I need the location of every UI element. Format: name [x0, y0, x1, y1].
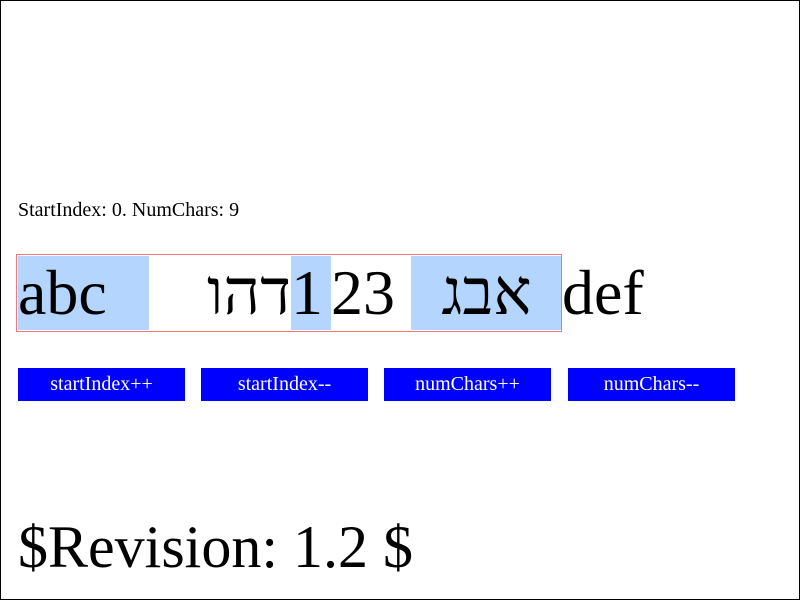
start-index-decrement-button[interactable]: startIndex--	[201, 368, 368, 401]
status-line: StartIndex: 0. NumChars: 9	[18, 199, 240, 221]
text-run-abc[interactable]: abc	[18, 256, 149, 330]
start-index-value: 0	[111, 199, 122, 221]
text-run-digit-1[interactable]: 1	[291, 256, 331, 330]
start-index-increment-button[interactable]: startIndex++	[18, 368, 185, 401]
revision-label: $Revision: 1.2 $	[18, 514, 414, 580]
text-run-hebrew-daled-he-vav[interactable]: דהו	[149, 256, 291, 330]
num-chars-label: NumChars:	[131, 199, 225, 221]
num-chars-decrement-button[interactable]: numChars--	[568, 368, 735, 401]
num-chars-value: 9	[229, 199, 240, 221]
text-run-hebrew-alef-bet-gimel[interactable]: אבג	[411, 256, 562, 330]
num-chars-increment-button[interactable]: numChars++	[384, 368, 551, 401]
text-run-digits-23[interactable]: 23	[331, 256, 411, 330]
svg-canvas: StartIndex: 0. NumChars: 9 abc דהו 1 23 …	[0, 0, 800, 600]
start-index-label: StartIndex:	[18, 199, 107, 221]
text-run-def[interactable]: def	[562, 256, 692, 330]
